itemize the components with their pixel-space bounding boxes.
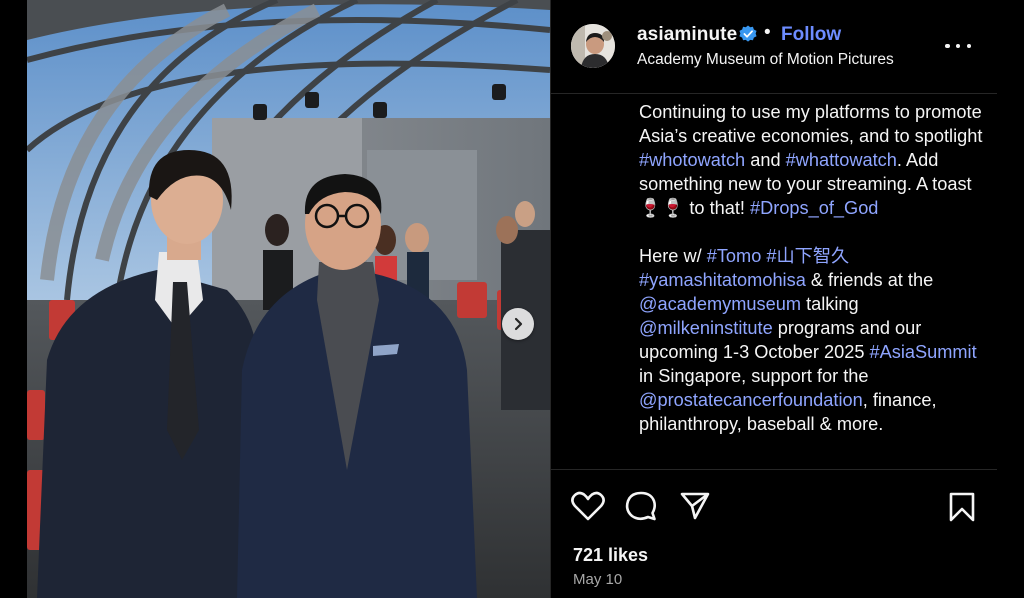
hashtag-link[interactable]: #AsiaSummit <box>870 342 977 362</box>
caption-text: Here w/ <box>639 246 707 266</box>
send-paper-plane-icon[interactable] <box>679 490 711 522</box>
more-dot <box>945 43 950 49</box>
caption-text: in Singapore, support for the <box>639 366 869 386</box>
caption-text: & friends at the <box>805 270 934 290</box>
mention-link[interactable]: @milkeninstitute <box>639 318 773 338</box>
caption-text: talking <box>801 294 859 314</box>
divider <box>551 469 998 470</box>
instagram-post-view: asiaminute • Follow Academy Museum of Mo… <box>0 0 1024 598</box>
caption-paragraph: Continuing to use my platforms to promot… <box>639 100 989 220</box>
event-photo-illustration <box>27 0 550 598</box>
mention-link[interactable]: @academymuseum <box>639 294 801 314</box>
more-dot <box>966 43 971 49</box>
mention-link[interactable]: @prostatecancerfoundation <box>639 390 863 410</box>
avatar-image <box>571 24 615 68</box>
hashtag-link[interactable]: #Tomo <box>707 246 762 266</box>
post-header: asiaminute • Follow Academy Museum of Mo… <box>551 0 998 94</box>
username[interactable]: asiaminute <box>637 24 737 46</box>
bookmark-icon[interactable] <box>948 491 976 523</box>
heart-icon[interactable] <box>571 491 605 521</box>
post-details-panel: asiaminute • Follow Academy Museum of Mo… <box>550 0 998 598</box>
caption-text: and <box>745 150 786 170</box>
hashtag-link[interactable]: #yamashitatomohisa <box>639 270 806 290</box>
hashtag-link[interactable]: #whotowatch <box>639 150 745 170</box>
separator-dot: • <box>764 22 771 43</box>
caption-gap <box>639 220 989 244</box>
hashtag-link[interactable]: #山下智久 <box>766 246 849 266</box>
next-photo-button[interactable] <box>502 308 534 340</box>
verified-badge-icon <box>739 25 757 42</box>
avatar[interactable] <box>571 24 615 68</box>
hashtag-link[interactable]: #whattowatch <box>786 150 897 170</box>
right-margin <box>997 0 1024 598</box>
location-link[interactable]: Academy Museum of Motion Pictures <box>637 51 894 69</box>
follow-button[interactable]: Follow <box>781 24 841 46</box>
caption-paragraph: Here w/ #Tomo #山下智久 #yamashitatomohisa &… <box>639 244 989 436</box>
caption-text: Continuing to use my platforms to promot… <box>639 102 983 146</box>
more-dot <box>955 43 961 49</box>
hashtag-link[interactable]: #Drops_of_God <box>750 198 878 218</box>
comment-bubble-icon[interactable] <box>625 490 657 522</box>
post-caption: Continuing to use my platforms to promot… <box>639 100 989 436</box>
more-options-icon[interactable] <box>945 36 971 56</box>
likes-count[interactable]: 721 likes <box>573 545 648 566</box>
chevron-right-icon <box>514 317 523 331</box>
post-date[interactable]: May 10 <box>573 571 622 588</box>
post-photo[interactable] <box>27 0 550 598</box>
